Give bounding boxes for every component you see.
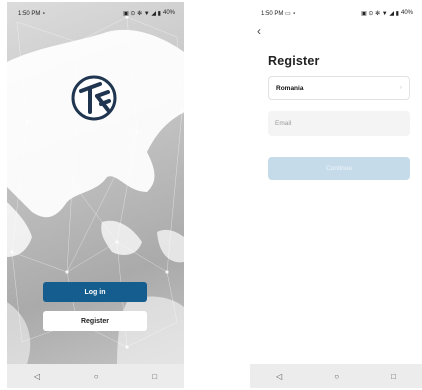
email-placeholder: Email bbox=[275, 120, 292, 127]
status-icons: ▣ ⊙ ✻ ▼ ◢ ▮ bbox=[361, 10, 399, 17]
notification-icon: ▭ ⋆ bbox=[285, 10, 297, 17]
nav-home-icon[interactable]: ○ bbox=[334, 372, 339, 381]
status-icons: ▣ ⊙ ✻ ▼ ◢ ▮ bbox=[123, 10, 161, 17]
login-button[interactable]: Log in bbox=[43, 282, 147, 302]
nav-recents-icon[interactable]: □ bbox=[391, 372, 396, 381]
system-nav-bar: ◁ ○ □ bbox=[250, 364, 422, 388]
country-value: Romania bbox=[276, 84, 304, 92]
app-logo-icon bbox=[71, 75, 117, 121]
page-title: Register bbox=[268, 54, 320, 68]
continue-button[interactable]: Continue bbox=[268, 157, 410, 180]
status-right: ▣ ⊙ ✻ ▼ ◢ ▮ 40% bbox=[123, 10, 175, 17]
status-right: ▣ ⊙ ✻ ▼ ◢ ▮ 40% bbox=[361, 10, 413, 17]
notification-icon: ⋆ bbox=[42, 10, 46, 17]
chevron-right-icon: › bbox=[400, 85, 402, 91]
back-arrow-icon[interactable]: ‹ bbox=[257, 24, 261, 38]
country-select[interactable]: Romania › bbox=[268, 76, 410, 100]
status-bar: 1:50 PM ▭ ⋆ ▣ ⊙ ✻ ▼ ◢ ▮ 40% bbox=[261, 8, 413, 18]
nav-home-icon[interactable]: ○ bbox=[94, 372, 99, 381]
register-screen: 1:50 PM ▭ ⋆ ▣ ⊙ ✻ ▼ ◢ ▮ 40% ‹ Register R… bbox=[250, 2, 422, 388]
world-map-background bbox=[7, 15, 184, 364]
status-bar: 1:50 PM ⋆ ▣ ⊙ ✻ ▼ ◢ ▮ 40% bbox=[18, 8, 175, 18]
nav-back-icon[interactable]: ◁ bbox=[34, 372, 40, 381]
email-field[interactable]: Email bbox=[268, 111, 410, 136]
login-screen: 1:50 PM ⋆ ▣ ⊙ ✻ ▼ ◢ ▮ 40% Log in Registe… bbox=[7, 2, 184, 388]
status-left: 1:50 PM ⋆ bbox=[18, 10, 46, 17]
battery-text: 40% bbox=[400, 10, 413, 16]
system-nav-bar: ◁ ○ □ bbox=[7, 364, 184, 388]
nav-recents-icon[interactable]: □ bbox=[152, 372, 157, 381]
nav-back-icon[interactable]: ◁ bbox=[276, 372, 282, 381]
register-button[interactable]: Register bbox=[43, 311, 147, 331]
status-time: 1:50 PM bbox=[18, 10, 41, 17]
status-left: 1:50 PM ▭ ⋆ bbox=[261, 10, 296, 17]
status-time: 1:50 PM bbox=[261, 10, 284, 17]
battery-text: 40% bbox=[162, 10, 175, 16]
